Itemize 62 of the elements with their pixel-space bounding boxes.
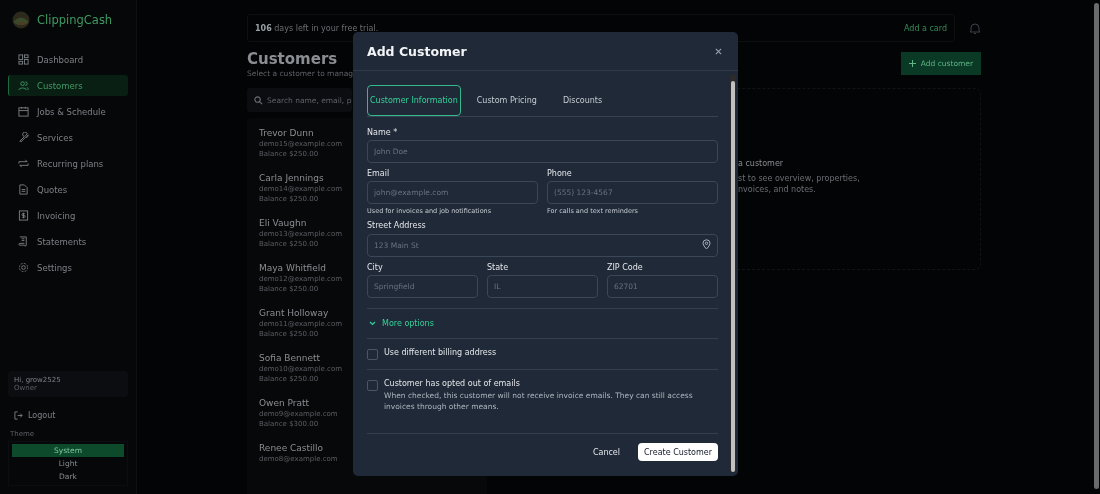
cancel-button[interactable]: Cancel [586, 446, 626, 458]
field-label: Email [367, 169, 391, 178]
location-pin-icon [702, 239, 711, 250]
chevron-icon [369, 321, 376, 326]
logo-icon [12, 11, 30, 29]
customer-name: Trevor Dunn [259, 128, 314, 138]
dollar-icon [18, 210, 29, 221]
logout-icon [14, 411, 23, 420]
sidebar-item[interactable]: Settings [8, 257, 128, 278]
customer-name: Renee Castillo [259, 443, 324, 453]
calendar-icon [18, 106, 29, 117]
field-label: State [487, 263, 510, 272]
customer-name: Carla Jennings [259, 173, 324, 183]
checkbox-label: Customer has opted out of emails [384, 379, 521, 388]
search-icon [254, 96, 263, 105]
checkbox-label: Use different billing address [384, 348, 497, 357]
field-label: City [367, 263, 384, 272]
sidebar-item[interactable]: Quotes [8, 179, 128, 200]
dialog-tab[interactable]: Custom Pricing [466, 85, 547, 116]
sidebar-item[interactable]: Invoicing [8, 205, 128, 226]
close-icon [715, 47, 722, 55]
sidebar-item[interactable]: Dashboard [8, 49, 128, 70]
more-options-toggle[interactable]: More options [367, 313, 436, 334]
customer-name: Eli Vaughn [259, 218, 307, 228]
scroll-icon [18, 236, 29, 247]
dialog-tab[interactable]: Discounts [552, 85, 613, 116]
customer-name: Sofia Bennett [259, 353, 320, 363]
customer-name: Maya Whitfield [259, 263, 327, 273]
dialog-title: Add Customer [367, 43, 467, 59]
logout-button[interactable]: Logout [8, 405, 128, 426]
sidebar-item[interactable]: Recurring plans [8, 153, 128, 174]
trial-text: 106 days left in your free trial. [255, 23, 379, 33]
field-label: Street Address [367, 221, 427, 230]
field-label: Name * [367, 128, 399, 137]
brand-name: ClippingCash [37, 13, 113, 27]
dialog-scrollbar[interactable] [730, 75, 736, 472]
wrench-icon [18, 132, 29, 143]
field-label: Phone [547, 169, 573, 178]
grid-icon [18, 54, 29, 65]
sidebar-item[interactable]: Jobs & Schedule [8, 101, 128, 122]
plus-icon [908, 60, 916, 67]
repeat-icon [18, 158, 29, 169]
checkbox[interactable] [367, 349, 378, 360]
empty-text: nvoices, and notes. [738, 184, 817, 195]
page-scrollbar[interactable] [1094, 3, 1099, 489]
page-title: Customers [247, 50, 339, 68]
sidebar-item[interactable]: Customers [8, 75, 128, 96]
customer-name: Grant Holloway [259, 308, 329, 318]
sidebar-item[interactable]: Services [8, 127, 128, 148]
add-card-link[interactable]: Add a card [904, 23, 947, 33]
customer-name: Owen Pratt [259, 398, 310, 408]
bell-icon[interactable] [969, 21, 981, 35]
dialog-tab[interactable]: Customer Information [367, 85, 461, 116]
users-icon [18, 80, 29, 91]
create-customer-button[interactable]: Create Customer [638, 443, 718, 461]
empty-text: st to see overview, properties, [738, 173, 861, 184]
sidebar-item[interactable]: Statements [8, 231, 128, 252]
empty-title: a customer [738, 159, 785, 168]
checkbox[interactable] [367, 380, 378, 391]
settings-icon [18, 262, 29, 273]
field-label: ZIP Code [607, 263, 644, 272]
document-icon [18, 184, 29, 195]
